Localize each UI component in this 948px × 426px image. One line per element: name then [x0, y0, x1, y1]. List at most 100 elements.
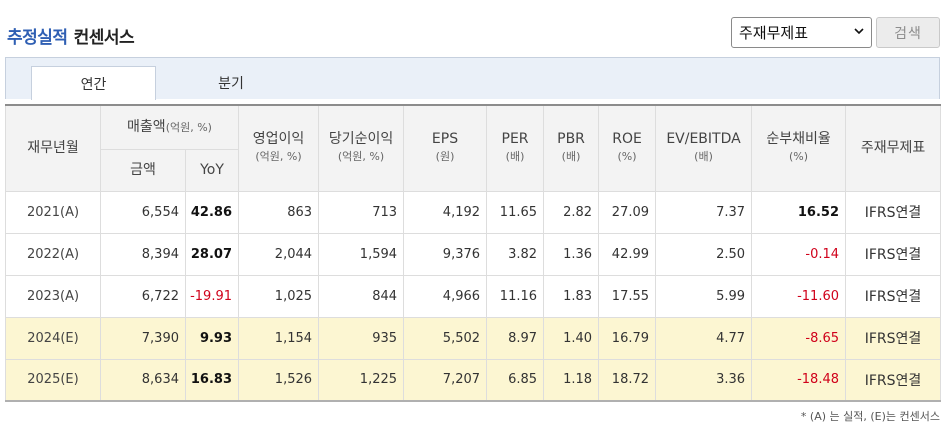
cell-debt: 16.52: [751, 190, 847, 234]
cell-op: 1,154: [238, 316, 320, 360]
cell-net: 844: [318, 274, 405, 318]
statement-select-value: 주재무제표: [739, 24, 809, 42]
header-pbr: PBR (배): [543, 104, 600, 192]
header-yoy: YoY: [184, 148, 240, 192]
cell-per: 8.97: [486, 316, 545, 360]
chevron-down-icon: [854, 28, 864, 35]
header-roe-label: ROE: [612, 131, 642, 148]
cell-net: 1,225: [318, 358, 405, 402]
cell-pbr: 1.83: [543, 274, 600, 318]
cell-ev: 2.50: [655, 232, 753, 276]
header-pbr-label: PBR: [557, 131, 585, 148]
cell-eps: 7,207: [403, 358, 488, 402]
header-net-income: 당기순이익 (억원, %): [318, 104, 405, 192]
cell-roe: 27.09: [598, 190, 657, 234]
header-fs: 주재무제표: [845, 104, 942, 192]
cell-debt: -8.65: [751, 316, 847, 360]
consensus-table: 재무년월 매출액(억원, %) 영업이익 (억원, %) 당기순이익 (억원, %)…: [5, 104, 942, 402]
cell-amount: 7,390: [100, 316, 186, 360]
cell-yoy: 9.93: [184, 316, 240, 360]
section-title: 추정실적 컨센서스: [7, 23, 135, 48]
header-ev-ebitda: EV/EBITDA (배): [655, 104, 753, 192]
header-op-income-label: 영업이익: [252, 131, 305, 148]
cell-year: 2021(A): [5, 190, 101, 234]
cell-amount: 6,722: [100, 274, 186, 318]
cell-year: 2023(A): [5, 274, 101, 318]
header-sales-label: 매출액: [127, 118, 166, 135]
cell-year: 2022(A): [5, 232, 101, 276]
cell-year: 2024(E): [5, 316, 101, 360]
search-button[interactable]: 검색: [876, 17, 940, 48]
footnote: * (A) 는 실적, (E)는 컨센서스: [800, 410, 940, 423]
header-amount: 금액: [100, 148, 186, 192]
cell-fs: IFRS연결: [845, 232, 942, 276]
table-row: 2024(E) 7,390 9.93 1,154 935 5,502 8.97 …: [5, 316, 942, 360]
table-row: 2023(A) 6,722 -19.91 1,025 844 4,966 11.…: [5, 274, 942, 318]
header-ev-label: EV/EBITDA: [666, 131, 741, 148]
table-row: 2022(A) 8,394 28.07 2,044 1,594 9,376 3.…: [5, 232, 942, 276]
cell-op: 1,025: [238, 274, 320, 318]
cell-net: 1,594: [318, 232, 405, 276]
header-op-income: 영업이익 (억원, %): [238, 104, 320, 192]
header-debt-ratio: 순부채비율 (%): [751, 104, 847, 192]
cell-net: 713: [318, 190, 405, 234]
period-tabs: 연간 분기: [5, 57, 940, 100]
cell-op: 863: [238, 190, 320, 234]
section-title-main: 추정실적: [7, 28, 68, 48]
cell-yoy: 16.83: [184, 358, 240, 402]
cell-per: 3.82: [486, 232, 545, 276]
header-per-label: PER: [501, 131, 529, 148]
cell-yoy: -19.91: [184, 274, 240, 318]
header-net-income-unit: (억원, %): [337, 150, 385, 164]
cell-amount: 6,554: [100, 190, 186, 234]
cell-amount: 8,394: [100, 232, 186, 276]
cell-roe: 18.72: [598, 358, 657, 402]
cell-roe: 16.79: [598, 316, 657, 360]
header-sales-unit: (억원, %): [165, 120, 212, 134]
cell-pbr: 2.82: [543, 190, 600, 234]
header-year: 재무년월: [5, 104, 101, 192]
cell-fs: IFRS연결: [845, 190, 942, 234]
cell-op: 1,526: [238, 358, 320, 402]
cell-fs: IFRS연결: [845, 316, 942, 360]
cell-debt: -11.60: [751, 274, 847, 318]
header-sales: 매출액(억원, %): [99, 104, 240, 150]
header-eps-unit: (원): [435, 150, 455, 164]
cell-ev: 3.36: [655, 358, 753, 402]
table-row: 2021(A) 6,554 42.86 863 713 4,192 11.65 …: [5, 190, 942, 234]
cell-roe: 17.55: [598, 274, 657, 318]
header-roe: ROE (%): [598, 104, 657, 192]
cell-eps: 5,502: [403, 316, 488, 360]
cell-debt: -0.14: [751, 232, 847, 276]
cell-pbr: 1.36: [543, 232, 600, 276]
cell-fs: IFRS연결: [845, 274, 942, 318]
header-op-income-unit: (억원, %): [255, 150, 302, 164]
header-debt-unit: (%): [788, 150, 809, 164]
cell-yoy: 28.07: [184, 232, 240, 276]
tab-quarterly[interactable]: 분기: [166, 66, 296, 100]
cell-op: 2,044: [238, 232, 320, 276]
tab-annual[interactable]: 연간: [31, 66, 156, 100]
header-per: PER (배): [486, 104, 545, 192]
header-eps-label: EPS: [431, 131, 459, 148]
header-ev-unit: (배): [694, 150, 713, 164]
header-per-unit: (배): [505, 150, 525, 164]
section-title-sub: 컨센서스: [73, 28, 135, 48]
cell-ev: 5.99: [655, 274, 753, 318]
header-roe-unit: (%): [617, 150, 637, 164]
cell-year: 2025(E): [5, 358, 101, 402]
cell-pbr: 1.18: [543, 358, 600, 402]
cell-per: 11.16: [486, 274, 545, 318]
header-eps: EPS (원): [403, 104, 488, 192]
table-row: 2025(E) 8,634 16.83 1,526 1,225 7,207 6.…: [5, 358, 942, 402]
cell-ev: 7.37: [655, 190, 753, 234]
cell-net: 935: [318, 316, 405, 360]
statement-select[interactable]: 주재무제표: [731, 17, 872, 48]
cell-eps: 4,966: [403, 274, 488, 318]
header-net-income-label: 당기순이익: [328, 131, 394, 148]
cell-yoy: 42.86: [184, 190, 240, 234]
cell-roe: 42.99: [598, 232, 657, 276]
cell-debt: -18.48: [751, 358, 847, 402]
cell-amount: 8,634: [100, 358, 186, 402]
header-debt-label: 순부채비율: [766, 131, 831, 148]
